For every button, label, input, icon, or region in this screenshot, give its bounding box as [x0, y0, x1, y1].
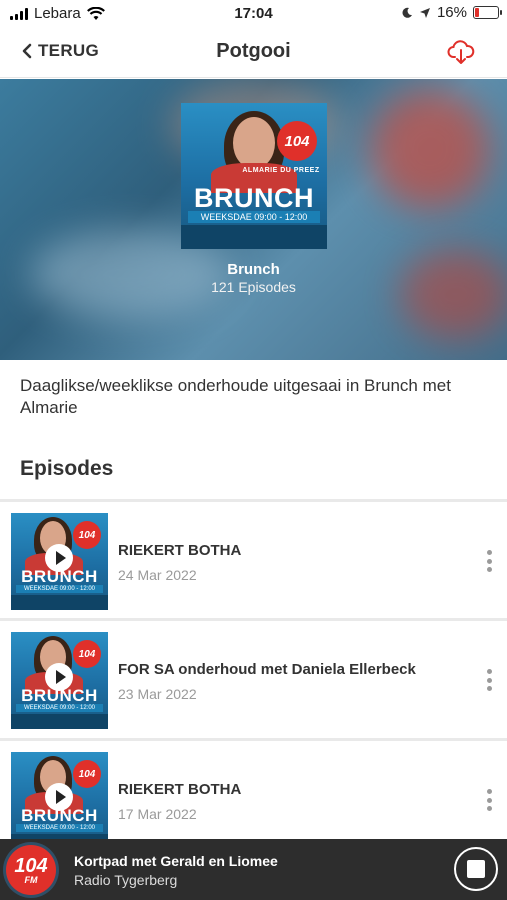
station-logo: 104 FM	[3, 842, 59, 898]
page-title: Potgooi	[216, 40, 291, 62]
status-right: 16%	[401, 4, 502, 21]
now-playing-bar[interactable]: 104 FM Kortpad met Gerald en Liomee Radi…	[0, 839, 507, 900]
podcast-title: Brunch	[227, 261, 280, 278]
cloud-download-icon[interactable]	[447, 38, 475, 66]
player-logo-sub: FM	[24, 874, 38, 885]
now-playing-station: Radio Tygerberg	[74, 872, 178, 888]
episode-date: 24 Mar 2022	[118, 567, 197, 583]
stop-icon	[467, 860, 485, 878]
episode-thumbnail: 104 BRUNCH WEEKSDAE 09:00 - 12:00	[11, 632, 108, 729]
location-arrow-icon	[419, 7, 430, 18]
cover-host: ALMARIE DU PREEZ	[242, 167, 320, 174]
hero-blur-red	[370, 89, 490, 209]
play-icon	[55, 551, 66, 565]
nav-bar: TERUG Potgooi	[0, 28, 507, 78]
episode-title: RIEKERT BOTHA	[118, 781, 242, 798]
episode-date: 17 Mar 2022	[118, 806, 197, 822]
battery-fill	[475, 8, 479, 17]
battery-icon	[473, 6, 502, 19]
vertical-ellipsis-icon[interactable]	[486, 669, 492, 691]
play-button[interactable]	[45, 544, 73, 572]
episode-date: 23 Mar 2022	[118, 686, 197, 702]
stop-button[interactable]	[454, 847, 498, 891]
battery-percent: 16%	[436, 4, 467, 21]
station-logo: 104	[277, 121, 317, 161]
moon-icon	[402, 7, 412, 18]
play-button[interactable]	[45, 783, 73, 811]
podcast-description: Daaglikse/weeklikse onderhoude uitgesaai…	[20, 376, 451, 417]
vertical-ellipsis-icon[interactable]	[486, 550, 492, 572]
episodes-heading: Episodes	[20, 457, 114, 480]
now-playing-title: Kortpad met Gerald en Liomee	[74, 853, 278, 869]
episode-title: RIEKERT BOTHA	[118, 542, 242, 559]
episode-row[interactable]: 104 BRUNCH WEEKSDAE 09:00 - 12:00 RIEKER…	[0, 502, 507, 618]
vertical-ellipsis-icon[interactable]	[486, 789, 492, 811]
cover-show: BRUNCH	[194, 183, 314, 213]
episode-row[interactable]: 104 BRUNCH WEEKSDAE 09:00 - 12:00 FOR SA…	[0, 621, 507, 737]
play-button[interactable]	[45, 663, 73, 691]
status-bar: Lebara 17:04 16%	[0, 0, 507, 28]
episode-thumbnail: 104 BRUNCH WEEKSDAE 09:00 - 12:00	[11, 752, 108, 849]
play-icon	[55, 670, 66, 684]
play-icon	[55, 790, 66, 804]
podcast-hero: 104 ALMARIE DU PREEZ BRUNCH WEEKSDAE 09:…	[0, 79, 507, 360]
podcast-cover: 104 ALMARIE DU PREEZ BRUNCH WEEKSDAE 09:…	[181, 103, 327, 249]
episode-count: 121 Episodes	[211, 279, 296, 295]
episode-title: FOR SA onderhoud met Daniela Ellerbeck	[118, 661, 416, 678]
episode-thumbnail: 104 BRUNCH WEEKSDAE 09:00 - 12:00	[11, 513, 108, 610]
player-logo-text: 104	[14, 854, 48, 877]
cover-schedule: WEEKSDAE 09:00 - 12:00	[188, 211, 320, 223]
